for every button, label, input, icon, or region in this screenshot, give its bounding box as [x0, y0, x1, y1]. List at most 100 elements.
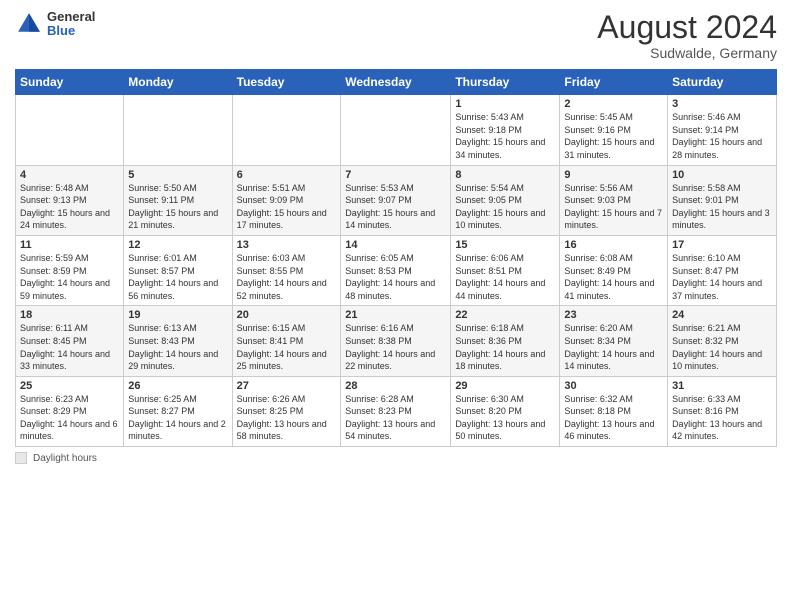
day-info: Sunrise: 6:05 AMSunset: 8:53 PMDaylight:… — [345, 252, 446, 302]
day-info: Sunrise: 6:33 AMSunset: 8:16 PMDaylight:… — [672, 393, 772, 443]
day-info: Sunrise: 6:10 AMSunset: 8:47 PMDaylight:… — [672, 252, 772, 302]
header: General Blue August 2024 Sudwalde, Germa… — [15, 10, 777, 61]
day-number: 30 — [564, 380, 663, 392]
day-info: Sunrise: 6:13 AMSunset: 8:43 PMDaylight:… — [128, 322, 227, 372]
logo-general: General — [47, 10, 95, 24]
day-info: Sunrise: 5:59 AMSunset: 8:59 PMDaylight:… — [20, 252, 119, 302]
day-number: 19 — [128, 309, 227, 321]
logo-text: General Blue — [47, 10, 95, 39]
day-number: 21 — [345, 309, 446, 321]
table-row: 26 Sunrise: 6:25 AMSunset: 8:27 PMDaylig… — [124, 376, 232, 446]
table-row: 16 Sunrise: 6:08 AMSunset: 8:49 PMDaylig… — [560, 235, 668, 305]
day-info: Sunrise: 6:25 AMSunset: 8:27 PMDaylight:… — [128, 393, 227, 443]
day-number: 15 — [455, 239, 555, 251]
table-row: 10 Sunrise: 5:58 AMSunset: 9:01 PMDaylig… — [668, 165, 777, 235]
title-block: August 2024 Sudwalde, Germany — [597, 10, 777, 61]
table-row: 19 Sunrise: 6:13 AMSunset: 8:43 PMDaylig… — [124, 306, 232, 376]
table-row: 25 Sunrise: 6:23 AMSunset: 8:29 PMDaylig… — [16, 376, 124, 446]
day-number: 26 — [128, 380, 227, 392]
day-number: 22 — [455, 309, 555, 321]
day-number: 12 — [128, 239, 227, 251]
day-info: Sunrise: 6:16 AMSunset: 8:38 PMDaylight:… — [345, 322, 446, 372]
table-row: 20 Sunrise: 6:15 AMSunset: 8:41 PMDaylig… — [232, 306, 341, 376]
table-row — [232, 95, 341, 165]
logo: General Blue — [15, 10, 95, 39]
table-row: 29 Sunrise: 6:30 AMSunset: 8:20 PMDaylig… — [451, 376, 560, 446]
day-info: Sunrise: 6:06 AMSunset: 8:51 PMDaylight:… — [455, 252, 555, 302]
day-number: 7 — [345, 169, 446, 181]
table-row: 28 Sunrise: 6:28 AMSunset: 8:23 PMDaylig… — [341, 376, 451, 446]
day-number: 1 — [455, 98, 555, 110]
calendar-header-row: Sunday Monday Tuesday Wednesday Thursday… — [16, 70, 777, 95]
day-number: 20 — [237, 309, 337, 321]
table-row: 13 Sunrise: 6:03 AMSunset: 8:55 PMDaylig… — [232, 235, 341, 305]
table-row — [341, 95, 451, 165]
table-row: 30 Sunrise: 6:32 AMSunset: 8:18 PMDaylig… — [560, 376, 668, 446]
table-row: 2 Sunrise: 5:45 AMSunset: 9:16 PMDayligh… — [560, 95, 668, 165]
table-row: 14 Sunrise: 6:05 AMSunset: 8:53 PMDaylig… — [341, 235, 451, 305]
table-row: 12 Sunrise: 6:01 AMSunset: 8:57 PMDaylig… — [124, 235, 232, 305]
day-info: Sunrise: 6:18 AMSunset: 8:36 PMDaylight:… — [455, 322, 555, 372]
day-info: Sunrise: 6:32 AMSunset: 8:18 PMDaylight:… — [564, 393, 663, 443]
table-row — [124, 95, 232, 165]
table-row: 8 Sunrise: 5:54 AMSunset: 9:05 PMDayligh… — [451, 165, 560, 235]
day-number: 31 — [672, 380, 772, 392]
day-number: 14 — [345, 239, 446, 251]
day-info: Sunrise: 5:51 AMSunset: 9:09 PMDaylight:… — [237, 182, 337, 232]
calendar-table: Sunday Monday Tuesday Wednesday Thursday… — [15, 69, 777, 447]
day-number: 16 — [564, 239, 663, 251]
day-info: Sunrise: 6:11 AMSunset: 8:45 PMDaylight:… — [20, 322, 119, 372]
table-row: 11 Sunrise: 5:59 AMSunset: 8:59 PMDaylig… — [16, 235, 124, 305]
day-info: Sunrise: 6:08 AMSunset: 8:49 PMDaylight:… — [564, 252, 663, 302]
day-number: 13 — [237, 239, 337, 251]
day-number: 10 — [672, 169, 772, 181]
table-row: 17 Sunrise: 6:10 AMSunset: 8:47 PMDaylig… — [668, 235, 777, 305]
day-info: Sunrise: 5:46 AMSunset: 9:14 PMDaylight:… — [672, 111, 772, 161]
table-row: 9 Sunrise: 5:56 AMSunset: 9:03 PMDayligh… — [560, 165, 668, 235]
table-row: 18 Sunrise: 6:11 AMSunset: 8:45 PMDaylig… — [16, 306, 124, 376]
day-info: Sunrise: 6:03 AMSunset: 8:55 PMDaylight:… — [237, 252, 337, 302]
day-number: 29 — [455, 380, 555, 392]
day-info: Sunrise: 6:30 AMSunset: 8:20 PMDaylight:… — [455, 393, 555, 443]
table-row — [16, 95, 124, 165]
header-wednesday: Wednesday — [341, 70, 451, 95]
calendar-week-row: 1 Sunrise: 5:43 AMSunset: 9:18 PMDayligh… — [16, 95, 777, 165]
calendar-week-row: 11 Sunrise: 5:59 AMSunset: 8:59 PMDaylig… — [16, 235, 777, 305]
header-thursday: Thursday — [451, 70, 560, 95]
table-row: 21 Sunrise: 6:16 AMSunset: 8:38 PMDaylig… — [341, 306, 451, 376]
subtitle: Sudwalde, Germany — [597, 45, 777, 61]
day-info: Sunrise: 6:28 AMSunset: 8:23 PMDaylight:… — [345, 393, 446, 443]
table-row: 22 Sunrise: 6:18 AMSunset: 8:36 PMDaylig… — [451, 306, 560, 376]
day-info: Sunrise: 5:53 AMSunset: 9:07 PMDaylight:… — [345, 182, 446, 232]
day-info: Sunrise: 5:50 AMSunset: 9:11 PMDaylight:… — [128, 182, 227, 232]
day-number: 2 — [564, 98, 663, 110]
header-sunday: Sunday — [16, 70, 124, 95]
day-info: Sunrise: 6:20 AMSunset: 8:34 PMDaylight:… — [564, 322, 663, 372]
day-number: 3 — [672, 98, 772, 110]
day-info: Sunrise: 6:23 AMSunset: 8:29 PMDaylight:… — [20, 393, 119, 443]
month-title: August 2024 — [597, 10, 777, 45]
day-number: 25 — [20, 380, 119, 392]
daylight-box-icon — [15, 452, 27, 464]
day-number: 17 — [672, 239, 772, 251]
logo-blue: Blue — [47, 24, 95, 38]
day-info: Sunrise: 5:43 AMSunset: 9:18 PMDaylight:… — [455, 111, 555, 161]
day-info: Sunrise: 5:58 AMSunset: 9:01 PMDaylight:… — [672, 182, 772, 232]
header-friday: Friday — [560, 70, 668, 95]
day-info: Sunrise: 6:26 AMSunset: 8:25 PMDaylight:… — [237, 393, 337, 443]
page: General Blue August 2024 Sudwalde, Germa… — [0, 0, 792, 612]
day-number: 11 — [20, 239, 119, 251]
calendar-week-row: 25 Sunrise: 6:23 AMSunset: 8:29 PMDaylig… — [16, 376, 777, 446]
day-info: Sunrise: 5:48 AMSunset: 9:13 PMDaylight:… — [20, 182, 119, 232]
day-number: 8 — [455, 169, 555, 181]
day-number: 24 — [672, 309, 772, 321]
day-info: Sunrise: 6:21 AMSunset: 8:32 PMDaylight:… — [672, 322, 772, 372]
day-info: Sunrise: 5:54 AMSunset: 9:05 PMDaylight:… — [455, 182, 555, 232]
footer-label: Daylight hours — [33, 453, 97, 464]
table-row: 4 Sunrise: 5:48 AMSunset: 9:13 PMDayligh… — [16, 165, 124, 235]
table-row: 1 Sunrise: 5:43 AMSunset: 9:18 PMDayligh… — [451, 95, 560, 165]
day-number: 28 — [345, 380, 446, 392]
header-saturday: Saturday — [668, 70, 777, 95]
day-number: 5 — [128, 169, 227, 181]
day-number: 4 — [20, 169, 119, 181]
